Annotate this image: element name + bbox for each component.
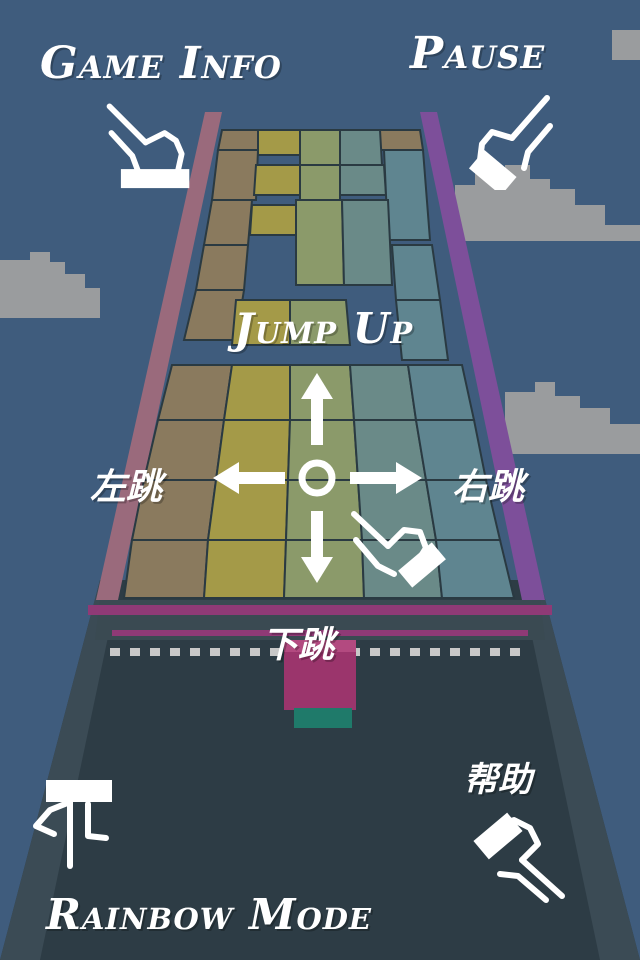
game-info-label[interactable]: Game Info: [40, 38, 282, 89]
swipe-hand-icon: [351, 511, 446, 588]
help-label[interactable]: 帮助: [464, 752, 532, 801]
pointing-hand-icon[interactable]: [470, 808, 570, 908]
pause-label[interactable]: Pause: [410, 28, 545, 79]
rainbow-mode-label[interactable]: Rainbow Mode: [46, 890, 372, 939]
pointing-hand-icon[interactable]: [100, 95, 195, 190]
jump-left-label: 左跳: [90, 466, 163, 508]
jump-up-label: Jump Up: [234, 304, 414, 353]
jump-right-label: 右跳: [452, 466, 525, 508]
jump-down-label: 下跳: [262, 624, 335, 666]
pointing-hand-icon[interactable]: [462, 90, 562, 190]
pointing-hand-icon[interactable]: [26, 778, 118, 874]
